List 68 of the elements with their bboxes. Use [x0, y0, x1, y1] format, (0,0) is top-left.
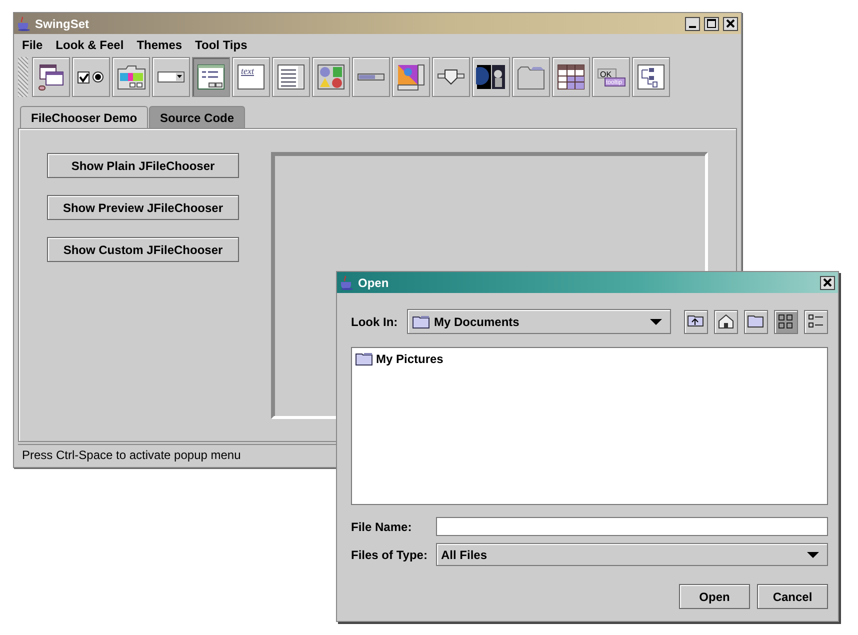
up-button[interactable]	[684, 310, 708, 334]
toolbar-button[interactable]	[72, 57, 110, 97]
list-icon	[276, 62, 306, 92]
toolbar-button[interactable]	[392, 57, 430, 97]
folder-icon	[355, 352, 373, 366]
chooser-button[interactable]: Show Custom JFileChooser	[47, 237, 239, 262]
table-icon	[556, 62, 586, 92]
details-button[interactable]	[804, 310, 828, 334]
details-icon	[807, 313, 825, 330]
toolbar-button[interactable]	[32, 57, 70, 97]
dialog-button[interactable]: Cancel	[757, 584, 828, 609]
tab[interactable]: Source Code	[149, 106, 246, 128]
toolbar-button[interactable]	[352, 57, 390, 97]
minimize-button[interactable]	[685, 16, 700, 30]
tab[interactable]: FileChooser Demo	[20, 106, 148, 128]
coffee-cup-icon	[340, 275, 354, 290]
dialog-title: Open	[358, 276, 390, 290]
menu-item[interactable]: Look & Feel	[56, 38, 124, 52]
icons-button[interactable]	[774, 310, 798, 334]
new-folder-icon	[747, 313, 765, 330]
toolbar-button[interactable]	[472, 57, 510, 97]
toolbar-button[interactable]: text	[232, 57, 270, 97]
dropdown-arrow-icon	[807, 552, 819, 558]
new-folder-button[interactable]	[744, 310, 768, 334]
toolbar-button[interactable]	[432, 57, 470, 97]
toolbar-button[interactable]	[192, 57, 230, 97]
look-in-combo[interactable]: My Documents	[407, 309, 671, 334]
maximize-icon	[707, 19, 716, 28]
chooser-icon	[196, 62, 226, 92]
scroll-icon	[396, 62, 426, 92]
toolbar-button[interactable]	[632, 57, 670, 97]
toolbar-button[interactable]	[272, 57, 310, 97]
window-title: SwingSet	[35, 16, 90, 30]
minimize-icon	[689, 26, 696, 28]
close-button[interactable]	[723, 16, 738, 30]
field-label: Files of Type:	[351, 548, 428, 562]
file-name-field[interactable]	[436, 517, 828, 536]
split-icon	[476, 62, 506, 92]
menu-item[interactable]: File	[22, 38, 43, 52]
maximize-button[interactable]	[704, 16, 719, 30]
folder-entry[interactable]: My Pictures	[376, 352, 444, 366]
menu-item[interactable]: Tool Tips	[195, 38, 248, 52]
dialogs-icon	[316, 62, 346, 92]
chooser-button[interactable]: Show Plain JFileChooser	[47, 153, 239, 178]
icons-icon	[777, 313, 795, 330]
home-icon	[717, 313, 735, 330]
toolbar-button[interactable]	[552, 57, 590, 97]
toolbar-grip[interactable]	[18, 57, 28, 97]
frames-icon	[36, 62, 66, 92]
chooser-button[interactable]: Show Preview JFileChooser	[47, 195, 239, 220]
menu-item[interactable]: Themes	[136, 38, 182, 52]
file-type-combo[interactable]: All Files	[436, 543, 828, 566]
tree-icon	[636, 62, 666, 92]
close-icon	[823, 278, 832, 287]
editor-icon: text	[236, 62, 266, 92]
toolbar-button[interactable]	[152, 57, 190, 97]
dialog-button[interactable]: Open	[679, 584, 750, 609]
field-label: Look In:	[351, 314, 399, 328]
dropdown-arrow-icon	[650, 318, 662, 324]
home-button[interactable]	[714, 310, 738, 334]
folder-icon	[412, 314, 430, 328]
close-button[interactable]	[820, 276, 835, 290]
close-icon	[726, 19, 735, 28]
progress-icon	[357, 73, 385, 81]
toolbar-button[interactable]	[112, 57, 150, 97]
toolbar-button[interactable]	[312, 57, 350, 97]
coffee-cup-icon	[17, 16, 31, 31]
field-label: File Name:	[351, 520, 413, 534]
